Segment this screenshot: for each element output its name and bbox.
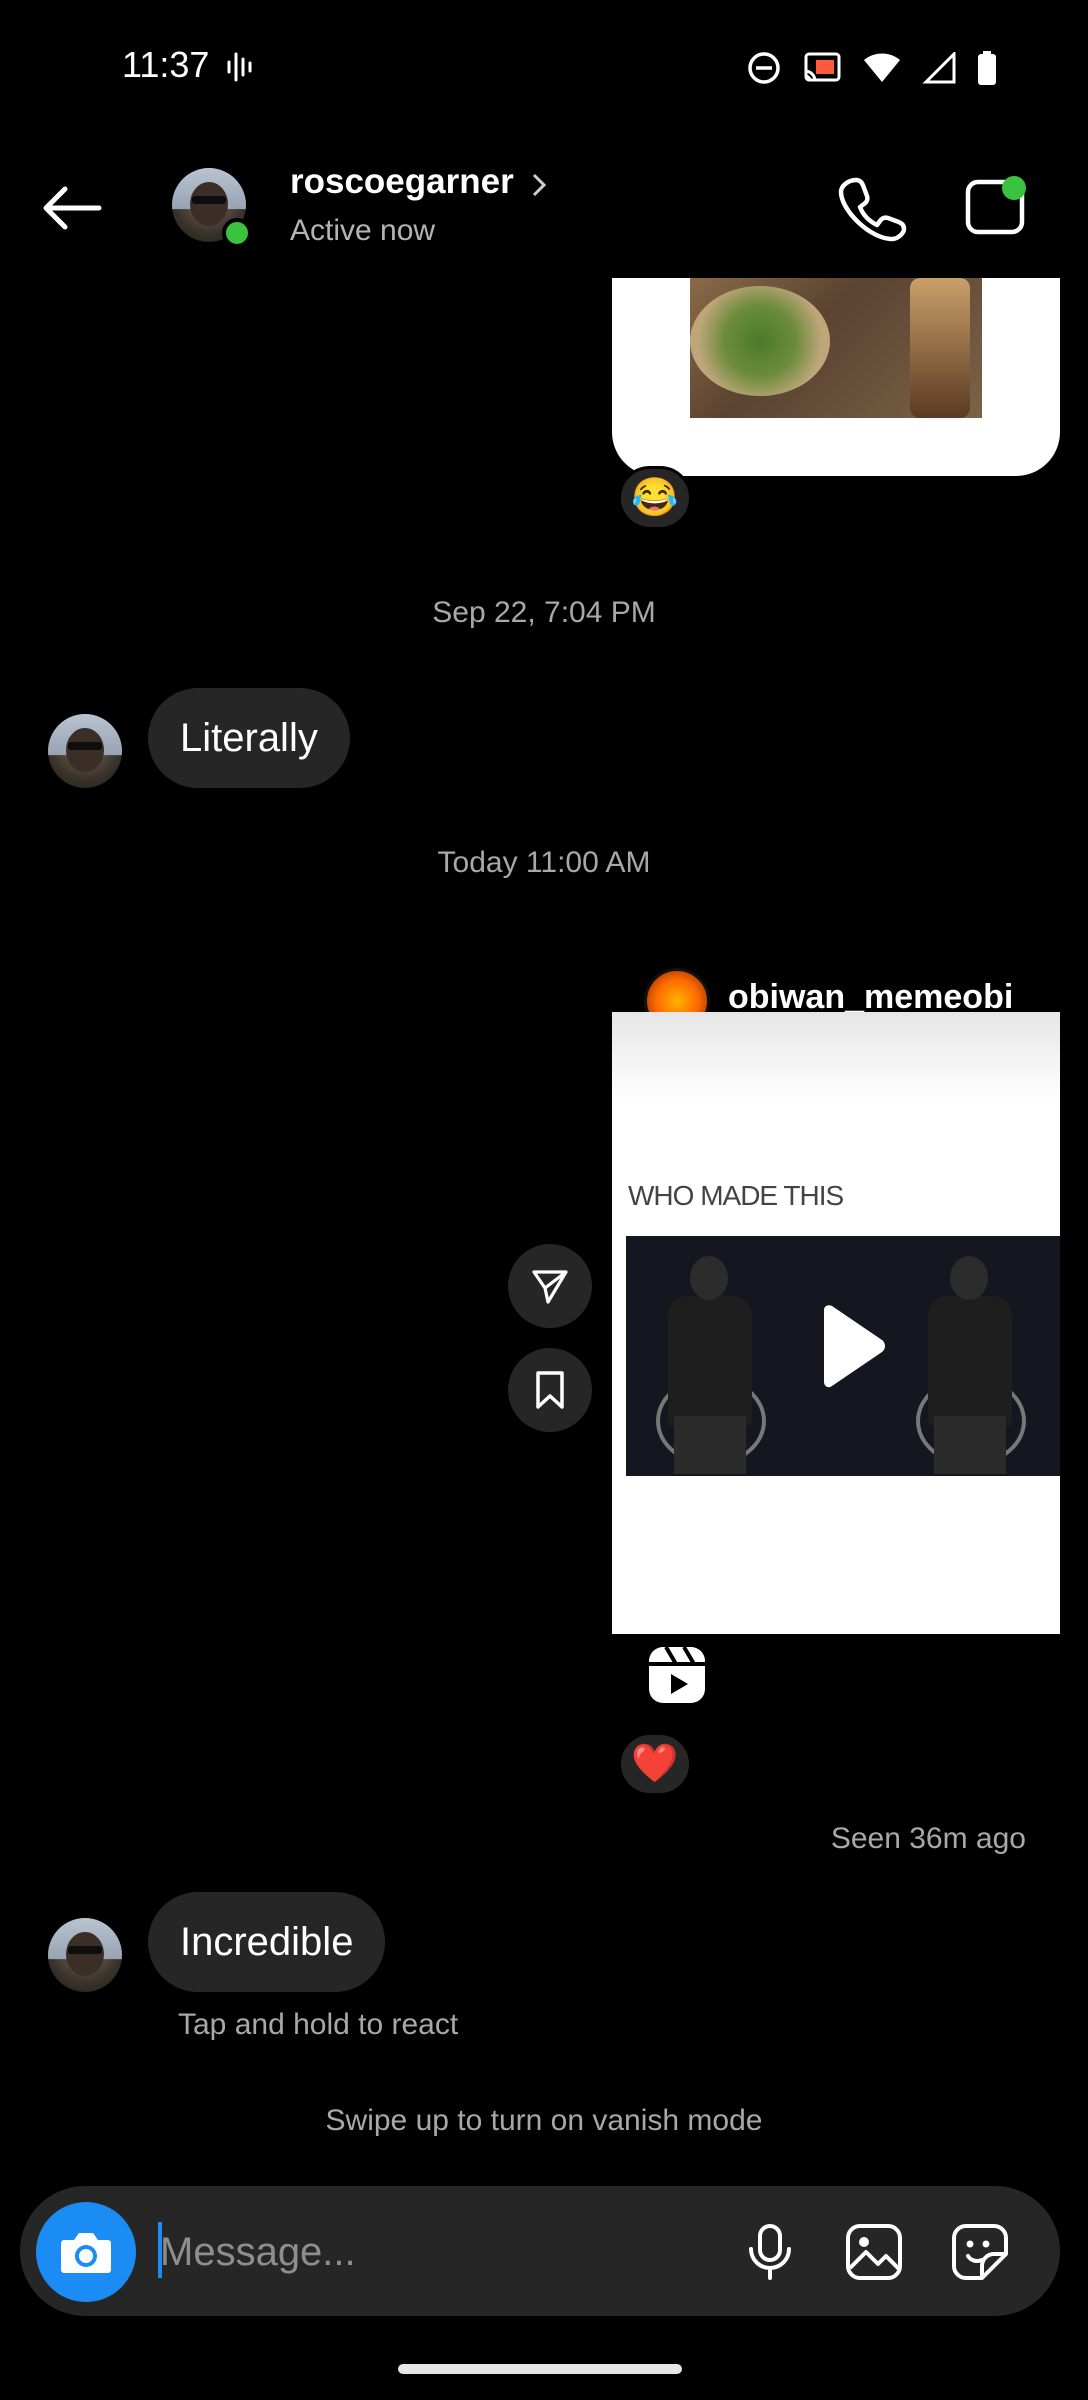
camera-button[interactable] <box>36 2202 136 2302</box>
voice-message-button[interactable] <box>730 2212 810 2292</box>
timestamp: Today 11:00 AM <box>437 846 651 879</box>
sender-avatar[interactable] <box>48 1918 122 1992</box>
timestamp: Sep 22, 7:04 PM <box>432 596 656 629</box>
image-icon <box>846 2224 902 2280</box>
wifi-icon <box>864 53 900 82</box>
do-not-disturb-icon <box>748 52 780 84</box>
play-icon[interactable] <box>812 1304 888 1390</box>
react-hint: Tap and hold to react <box>178 2008 459 2041</box>
incoming-message[interactable]: Literally <box>148 688 350 788</box>
sound-wave-icon <box>227 52 252 82</box>
seen-receipt: Seen 36m ago <box>830 1822 1026 1855</box>
bookmark-icon <box>536 1371 564 1409</box>
vanish-mode-hint[interactable]: Swipe up to turn on vanish mode <box>0 2104 1088 2138</box>
online-indicator <box>222 218 252 248</box>
contact-status: Active now <box>290 214 436 247</box>
cast-icon <box>804 52 841 82</box>
home-indicator[interactable] <box>398 2364 682 2374</box>
back-button[interactable] <box>36 172 108 244</box>
chevron-right-icon[interactable] <box>530 172 548 198</box>
incoming-message[interactable]: Incredible <box>148 1892 386 1992</box>
gallery-button[interactable] <box>834 2212 914 2292</box>
camera-icon <box>61 2233 111 2273</box>
reel-reaction[interactable]: ❤️ <box>618 1732 692 1796</box>
sender-avatar[interactable] <box>48 714 122 788</box>
shared-reel[interactable]: WHO MADE THIS <box>612 1012 1060 1634</box>
status-icons <box>746 48 998 88</box>
shared-photo-message[interactable] <box>612 278 1060 476</box>
sticker-button[interactable] <box>940 2212 1020 2292</box>
arrow-left-icon <box>43 186 102 230</box>
share-reel-button[interactable] <box>508 1244 592 1328</box>
reels-icon <box>649 1645 705 1703</box>
microphone-icon <box>749 2224 791 2280</box>
sticker-icon <box>952 2224 1008 2280</box>
send-icon <box>532 1270 568 1304</box>
video-online-dot <box>1002 176 1026 200</box>
contact-name[interactable]: roscoegarner <box>290 162 514 202</box>
battery-icon <box>978 51 996 85</box>
shared-photo <box>690 278 982 418</box>
reel-video-frame <box>626 1236 1060 1476</box>
phone-icon[interactable] <box>836 172 908 244</box>
status-time: 11:37 <box>122 44 210 85</box>
save-reel-button[interactable] <box>508 1348 592 1432</box>
reel-caption: WHO MADE THIS <box>628 1180 844 1211</box>
photo-reaction[interactable]: 😂 <box>618 466 692 530</box>
signal-icon <box>922 52 956 84</box>
message-input[interactable] <box>160 2224 720 2280</box>
